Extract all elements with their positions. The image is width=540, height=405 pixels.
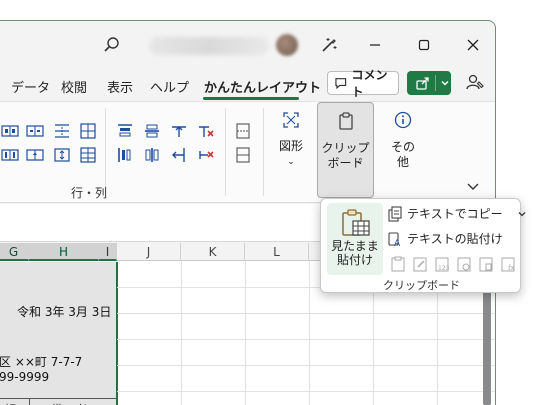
clipboard-label: クリップ ボード [321, 141, 370, 170]
paste-values-icon[interactable] [389, 255, 407, 273]
cell-phone[interactable]: 99-9999 [0, 370, 49, 384]
insert-row-icon[interactable] [1, 122, 19, 140]
shapes-button[interactable]: 図形 ⌄ [275, 110, 307, 170]
delete-column-icon[interactable] [26, 146, 44, 164]
shapes-label: 図形 [278, 139, 303, 153]
page: データ 校閲 表示 ヘルプ かんたんレイアウト コメント 行・列 図形 ⌄ クリ… [0, 0, 540, 405]
selection-border [116, 262, 118, 405]
text-paste-icon: A [388, 231, 401, 247]
text-copy-button[interactable]: テキストでコピー [387, 205, 527, 222]
chevron-down-icon [441, 81, 449, 86]
tab-help[interactable]: ヘルプ [150, 77, 189, 96]
row-height-icon[interactable] [53, 122, 71, 140]
vertical-scrollbar[interactable] [483, 290, 491, 405]
info-icon [394, 111, 412, 129]
tab-review[interactable]: 校閲 [61, 77, 87, 96]
delete-row-icon[interactable] [1, 146, 19, 164]
fit-columns-icon[interactable] [79, 146, 97, 164]
column-header[interactable]: L [245, 243, 309, 261]
clipboard-group-label: クリップボード [383, 279, 460, 292]
merge-vertical-icon[interactable] [234, 122, 252, 140]
rowcol-group-label: 行・列 [71, 186, 108, 200]
shapes-icon [283, 112, 299, 128]
paste-options-row: 123 fx [389, 255, 517, 273]
merge-horizontal-icon[interactable] [234, 146, 252, 164]
share-button[interactable] [407, 71, 451, 95]
svg-text:A: A [394, 239, 401, 247]
column-header[interactable]: I [99, 243, 117, 261]
insert-column-icon[interactable] [26, 122, 44, 140]
clipboard-button[interactable]: クリップ ボード ⌄ [317, 102, 374, 198]
title-bar [0, 21, 495, 69]
copy-icon [388, 205, 402, 222]
paste-formats-icon[interactable] [411, 255, 429, 273]
align-middle-icon[interactable] [143, 122, 161, 140]
cell-header-remarks[interactable]: 備 考 [51, 401, 87, 405]
clipboard-popup: 見たまま 貼付け テキストでコピー A テキストの貼付け 123 fx クリップ… [320, 198, 526, 293]
ribbon: 行・列 図形 ⌄ クリップ ボード ⌄ その 他 [0, 101, 495, 203]
column-header[interactable]: K [181, 243, 245, 261]
other-button[interactable]: その 他 [388, 110, 418, 170]
tab-data[interactable]: データ [11, 77, 50, 96]
paste-formula-icon[interactable]: fx [499, 255, 517, 273]
delete-up-icon[interactable] [197, 122, 215, 140]
other-label: その 他 [390, 140, 415, 169]
tab-view[interactable]: 表示 [107, 77, 133, 96]
align-center-icon[interactable] [143, 146, 161, 164]
svg-text:fx: fx [508, 264, 515, 272]
fit-rows-icon[interactable] [53, 146, 71, 164]
paste-link-icon[interactable] [455, 255, 473, 273]
comment-icon [335, 78, 347, 90]
chevron-down-icon [518, 211, 526, 216]
column-header[interactable]: G [0, 243, 29, 261]
paste-as-is-label: 見たまま 貼付け [331, 239, 379, 267]
delete-left-icon[interactable] [197, 146, 215, 164]
paste-icon [342, 209, 370, 236]
column-header[interactable]: J [117, 243, 181, 261]
column-header[interactable]: H [29, 243, 99, 261]
search-icon[interactable] [102, 35, 122, 55]
close-button[interactable] [460, 33, 486, 57]
coauthoring-icon[interactable] [464, 72, 486, 94]
share-icon [416, 77, 429, 90]
align-top-icon[interactable] [116, 122, 134, 140]
paste-numbers-icon[interactable]: 123 [433, 255, 451, 273]
avatar[interactable] [276, 34, 298, 56]
text-paste-label: テキストの貼付け [407, 232, 503, 246]
column-width-icon[interactable] [79, 122, 97, 140]
comment-button[interactable]: コメント [327, 68, 399, 99]
active-tab-indicator [203, 97, 299, 100]
maximize-button[interactable] [411, 33, 437, 57]
designer-wand-icon[interactable] [316, 33, 342, 57]
text-copy-label: テキストでコピー [407, 207, 503, 221]
insert-up-icon[interactable] [170, 122, 188, 140]
comment-label: コメント [351, 68, 388, 99]
tab-easy-layout[interactable]: かんたんレイアウト [204, 77, 321, 96]
svg-text:123: 123 [438, 265, 450, 272]
cell-address[interactable]: 区 ××町 7-7-7 [0, 353, 82, 370]
align-left-icon[interactable] [116, 146, 134, 164]
cell-date[interactable]: 令和 3年 3月 3日 [17, 303, 111, 320]
clipboard-icon [337, 111, 355, 134]
minimize-button[interactable] [362, 33, 388, 57]
account-name[interactable] [149, 37, 269, 55]
text-paste-button[interactable]: A テキストの貼付け [387, 230, 503, 247]
paste-picture-icon[interactable] [477, 255, 495, 273]
collapse-ribbon-icon[interactable] [465, 178, 481, 194]
insert-left-icon[interactable] [170, 146, 188, 164]
cell-header-amount[interactable]: 額 [4, 401, 16, 405]
